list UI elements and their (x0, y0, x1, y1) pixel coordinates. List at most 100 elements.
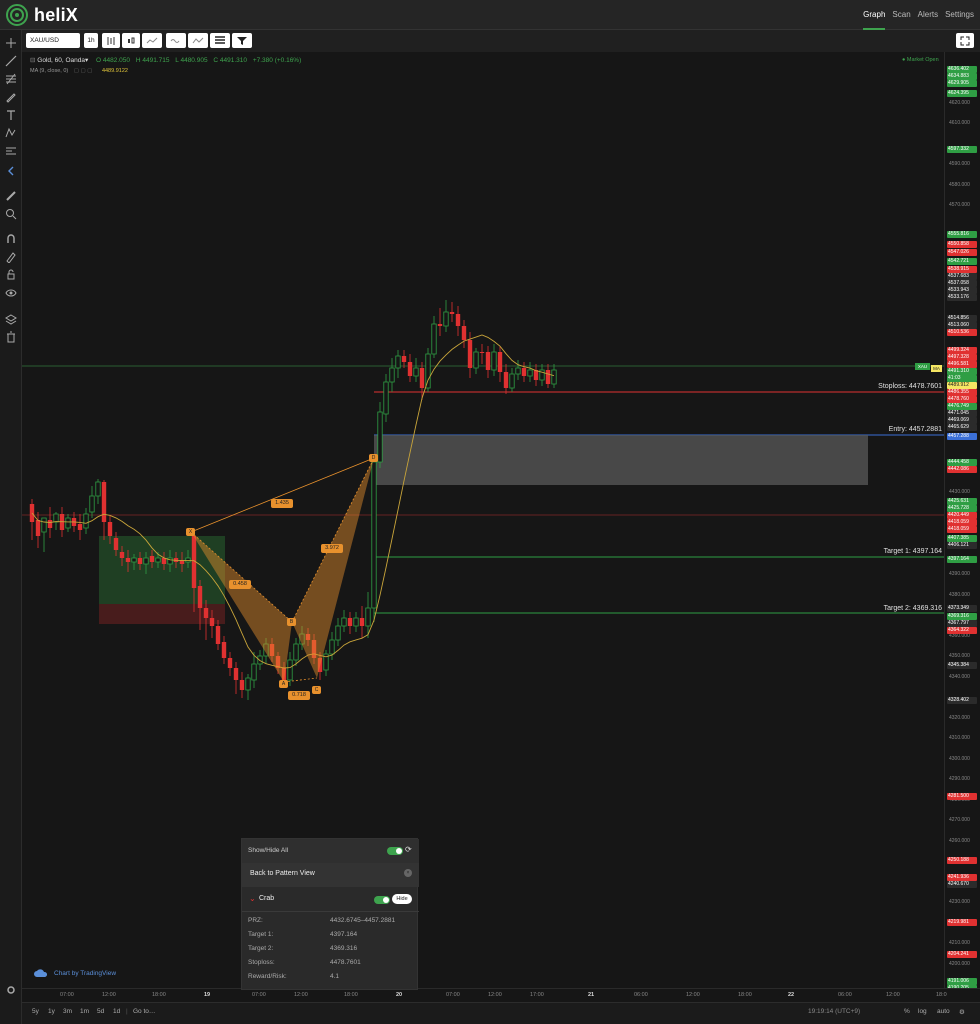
ma-study-label[interactable]: MA (9, close, 0) (30, 68, 68, 74)
time-tick: 07:00 (252, 992, 266, 998)
candle-body (485, 352, 491, 370)
layers-icon[interactable] (3, 311, 19, 327)
candle-body (377, 411, 383, 463)
candle-body (155, 557, 161, 563)
axis-settings-icon[interactable]: ⚙ (959, 1008, 965, 1016)
crab-pattern (190, 457, 375, 683)
time-tick: 12:00 (294, 992, 308, 998)
lock-drawing-icon[interactable] (3, 249, 19, 265)
fib-icon[interactable] (3, 71, 19, 87)
brush-icon[interactable] (3, 89, 19, 105)
candle-body (227, 658, 233, 668)
hide-button[interactable]: Hide (392, 894, 412, 904)
time-tick: 19 (204, 992, 211, 998)
entry-zone (374, 435, 868, 485)
candle-body (545, 370, 551, 384)
indicators-icon[interactable] (142, 33, 162, 48)
price-label: 4537.058 (947, 279, 977, 287)
ma-controls-icon[interactable]: ▢ ▢ ▢ (74, 68, 93, 74)
log-toggle[interactable]: log (918, 1008, 927, 1015)
time-tick: 18:00 (344, 992, 358, 998)
price-label: 41:03 (947, 374, 977, 382)
eye-icon[interactable] (3, 285, 19, 301)
ratio-ac-label: 0.718 (288, 691, 310, 700)
candle-body (437, 324, 443, 326)
ruler-icon[interactable] (3, 188, 19, 204)
change-value: +7.380 (+0.16%) (252, 57, 302, 64)
crosshair-icon[interactable] (3, 35, 19, 51)
price-tick: 4340.000 (949, 673, 970, 680)
show-hide-all-toggle[interactable] (387, 847, 403, 855)
point-b-label: B (287, 618, 296, 626)
range-5d[interactable]: 5d (97, 1008, 104, 1015)
trendline-icon[interactable] (3, 53, 19, 69)
candle-body (359, 618, 365, 626)
interval-button[interactable]: 1h (84, 33, 98, 48)
layout-icon[interactable] (188, 33, 208, 48)
auto-toggle[interactable]: auto (937, 1008, 950, 1015)
range-1y[interactable]: 1y (48, 1008, 55, 1015)
range-3m[interactable]: 3m (63, 1008, 72, 1015)
nav-scan[interactable]: Scan (892, 0, 910, 30)
price-label: 4471.045 (947, 409, 977, 417)
wave-icon[interactable] (166, 33, 186, 48)
price-axis[interactable]: 4620.000 4610.000 4590.000 4580.000 4570.000… (944, 52, 980, 993)
candle-body (431, 323, 437, 355)
price-tick: 4590.000 (949, 161, 970, 168)
time-tick: 06:00 (838, 992, 852, 998)
list-icon[interactable] (210, 33, 230, 48)
back-arrow-icon[interactable] (3, 163, 19, 179)
pattern-icon[interactable] (3, 125, 19, 141)
fullscreen-icon[interactable] (956, 33, 974, 48)
candle-body (197, 586, 203, 608)
compare-icon[interactable] (102, 33, 120, 48)
trash-icon[interactable] (3, 329, 19, 345)
price-label: 4469.069 (947, 416, 977, 424)
goto-button[interactable]: Go to… (133, 1008, 155, 1015)
nav-alerts[interactable]: Alerts (918, 0, 938, 30)
range-1d[interactable]: 1d (113, 1008, 120, 1015)
magnet-icon[interactable] (3, 231, 19, 247)
symbol-input[interactable]: XAU/USD (26, 33, 80, 48)
nav-graph[interactable]: Graph (863, 0, 886, 30)
symbol-title[interactable]: Gold, 60, Oanda (37, 57, 85, 64)
price-label: 4499.324 (947, 346, 977, 354)
back-to-pattern-view[interactable]: Back to Pattern View (250, 870, 315, 877)
filter-icon[interactable] (232, 33, 252, 48)
candle-style-icon[interactable] (122, 33, 140, 48)
nav-settings[interactable]: Settings (945, 0, 974, 30)
candle-body (215, 626, 221, 644)
chart-canvas[interactable]: X A B C D 0.458 0.718 3.972 1.435 Stoplo… (22, 52, 944, 988)
range-5y[interactable]: 5y (32, 1008, 39, 1015)
text-icon[interactable] (3, 107, 19, 123)
candle-body (245, 677, 251, 691)
back-row[interactable]: Back to Pattern View × (242, 863, 419, 887)
stoploss-value: 4478.7601 (330, 959, 361, 966)
price-label: 4250.188 (947, 857, 977, 865)
price-tick: 4260.000 (949, 837, 970, 844)
close-icon[interactable]: × (404, 869, 412, 877)
refresh-icon[interactable]: ⟳ (405, 845, 412, 854)
ratio-bd-label: 3.972 (321, 544, 343, 553)
candle-body (329, 639, 335, 655)
range-1m[interactable]: 1m (80, 1008, 89, 1015)
price-label: 4533.943 (947, 286, 977, 294)
forecast-icon[interactable] (3, 143, 19, 159)
reward-risk-key: Reward/Risk: (248, 973, 287, 980)
time-axis[interactable]: 07:00 12:00 18:00 19 07:00 12:00 18:00 20 07:00 1… (22, 988, 980, 1002)
candle-body (407, 362, 413, 376)
candle-body (461, 326, 467, 340)
settings-gear-icon[interactable] (3, 982, 19, 998)
price-tick: 4610.000 (949, 120, 970, 127)
candle-body (149, 556, 155, 562)
percent-toggle[interactable]: % (904, 1008, 910, 1015)
candle-body (353, 617, 359, 627)
pattern-name[interactable]: Crab (259, 895, 274, 902)
logo[interactable]: heliX (6, 4, 78, 26)
price-label: 4369.316 (947, 613, 977, 621)
tradingview-credit[interactable]: Chart by TradingView (34, 968, 116, 978)
lock-icon[interactable] (3, 267, 19, 283)
pattern-visible-toggle[interactable] (374, 896, 390, 904)
point-c-label: C (312, 686, 321, 694)
zoom-icon[interactable] (3, 206, 19, 222)
